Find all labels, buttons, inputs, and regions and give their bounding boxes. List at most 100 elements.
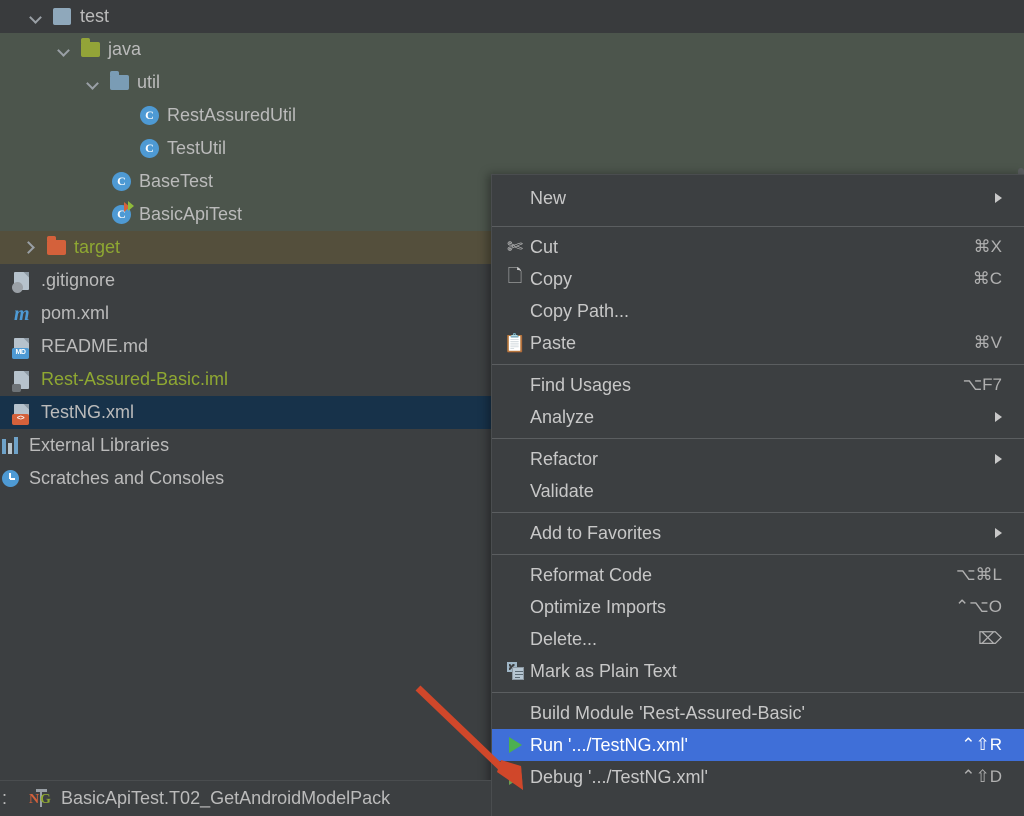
menu-item-find-usages[interactable]: Find Usages⌥F7 xyxy=(492,369,1024,401)
menu-item-optimize-imports[interactable]: Optimize Imports⌃⌥O xyxy=(492,591,1024,623)
folder-blue-icon xyxy=(110,73,130,93)
tree-row-label: Rest-Assured-Basic.iml xyxy=(41,369,228,390)
menu-item-copy-path[interactable]: Copy Path... xyxy=(492,295,1024,327)
folder-orange-icon xyxy=(47,238,67,258)
copy-icon: 🗋 xyxy=(500,264,530,294)
libraries-icon xyxy=(2,436,22,456)
tree-row-label: test xyxy=(80,6,109,27)
maven-file-icon: m xyxy=(14,304,34,324)
status-bar-prefix: : xyxy=(0,788,29,809)
status-bar: : NG BasicApiTest.T02_GetAndroidModelPac… xyxy=(0,780,491,816)
menu-item-build-module-rest-assured-basic[interactable]: Build Module 'Rest-Assured-Basic' xyxy=(492,697,1024,729)
menu-item-label: Analyze xyxy=(530,407,1024,428)
menu-item-refactor[interactable]: Refactor xyxy=(492,443,1024,475)
menu-item-shortcut: ⌥F7 xyxy=(963,375,1024,395)
tree-row-label: Scratches and Consoles xyxy=(29,468,224,489)
menu-item-paste[interactable]: 📋Paste⌘V xyxy=(492,327,1024,359)
xml-file-icon: <> xyxy=(14,403,34,423)
menu-item-shortcut: ⌘X xyxy=(974,237,1024,257)
menu-item-shortcut: ⌥⌘L xyxy=(956,565,1024,585)
chevron-right-icon[interactable] xyxy=(22,240,38,256)
java-class-icon: C xyxy=(112,172,132,192)
submenu-arrow-icon xyxy=(995,454,1002,464)
menu-separator xyxy=(492,554,1024,555)
menu-item-run-testng-xml[interactable]: Run '.../TestNG.xml'⌃⇧R xyxy=(492,729,1024,761)
menu-item-label: Run '.../TestNG.xml' xyxy=(530,735,961,756)
gap xyxy=(44,16,53,17)
menu-item-label: Add to Favorites xyxy=(530,523,1024,544)
tree-row-label: java xyxy=(108,39,141,60)
indent-spacer xyxy=(0,115,140,116)
menu-item-label: Optimize Imports xyxy=(530,597,955,618)
menu-item-analyze[interactable]: Analyze xyxy=(492,401,1024,433)
tree-row-label: README.md xyxy=(41,336,148,357)
menu-item-shortcut: ⌘V xyxy=(974,333,1024,353)
indent-spacer xyxy=(0,214,112,215)
tree-row-label: util xyxy=(137,72,160,93)
menu-separator xyxy=(492,226,1024,227)
menu-item-new[interactable]: New xyxy=(492,175,1024,221)
menu-item-validate[interactable]: Validate xyxy=(492,475,1024,507)
indent-spacer xyxy=(0,412,14,413)
menu-item-label: Reformat Code xyxy=(530,565,956,586)
menu-separator xyxy=(492,692,1024,693)
menu-item-label: Cut xyxy=(530,237,974,258)
menu-item-label: Refactor xyxy=(530,449,1024,470)
indent-spacer xyxy=(0,82,85,83)
clipboard-icon: 📋 xyxy=(500,333,530,354)
menu-item-reformat-code[interactable]: Reformat Code⌥⌘L xyxy=(492,559,1024,591)
menu-item-shortcut: ⌃⌥O xyxy=(955,597,1024,617)
tree-row-label: pom.xml xyxy=(41,303,109,324)
tree-row-test[interactable]: test xyxy=(0,0,1024,33)
plain-text-icon xyxy=(500,662,530,680)
gap xyxy=(72,49,81,50)
iml-file-icon xyxy=(14,370,34,390)
menu-separator xyxy=(492,512,1024,513)
indent-spacer xyxy=(0,148,140,149)
tree-row-label: BasicApiTest xyxy=(139,204,242,225)
menu-item-add-to-favorites[interactable]: Add to Favorites xyxy=(492,517,1024,549)
menu-item-mark-as-plain-text[interactable]: Mark as Plain Text xyxy=(492,655,1024,687)
indent-spacer xyxy=(0,16,28,17)
indent-spacer xyxy=(0,280,14,281)
submenu-arrow-icon xyxy=(995,528,1002,538)
scratches-icon xyxy=(2,469,22,489)
markdown-file-icon: MD xyxy=(14,337,34,357)
menu-item-label: Debug '.../TestNG.xml' xyxy=(530,767,961,788)
java-class-icon: C xyxy=(140,106,160,126)
tree-row-restassuredutil[interactable]: C RestAssuredUtil xyxy=(0,99,1024,132)
menu-item-debug-testng-xml[interactable]: Debug '.../TestNG.xml'⌃⇧D xyxy=(492,761,1024,793)
chevron-down-icon[interactable] xyxy=(28,9,44,25)
gap xyxy=(101,82,110,83)
testng-icon: NG xyxy=(29,789,53,809)
menu-item-label: Find Usages xyxy=(530,375,963,396)
menu-separator xyxy=(492,438,1024,439)
menu-item-delete[interactable]: Delete...⌦ xyxy=(492,623,1024,655)
menu-item-shortcut: ⌃⇧R xyxy=(961,735,1024,755)
submenu-arrow-icon xyxy=(995,412,1002,422)
menu-item-copy[interactable]: 🗋Copy⌘C xyxy=(492,263,1024,295)
indent-spacer xyxy=(0,181,112,182)
menu-item-label: Paste xyxy=(530,333,974,354)
chevron-down-icon[interactable] xyxy=(56,42,72,58)
folder-green-icon xyxy=(81,40,101,60)
indent-spacer xyxy=(0,247,22,248)
tree-row-testutil[interactable]: CTestUtil xyxy=(0,132,1024,165)
indent-spacer xyxy=(0,49,56,50)
context-menu[interactable]: New✄Cut⌘X🗋Copy⌘CCopy Path...📋Paste⌘VFind… xyxy=(491,174,1024,816)
scissors-icon: ✄ xyxy=(500,238,530,257)
chevron-down-icon[interactable] xyxy=(85,75,101,91)
gitignore-file-icon xyxy=(14,271,34,291)
tree-row-util[interactable]: util xyxy=(0,66,1024,99)
menu-item-label: Validate xyxy=(530,481,1024,502)
tree-row-label: target xyxy=(74,237,120,258)
tree-row-label: RestAssuredUtil xyxy=(167,105,296,126)
indent-spacer xyxy=(0,346,14,347)
tree-row-label: TestNG.xml xyxy=(41,402,134,423)
menu-item-label: Build Module 'Rest-Assured-Basic' xyxy=(530,703,1024,724)
tree-row-label: External Libraries xyxy=(29,435,169,456)
tree-row-label: BaseTest xyxy=(139,171,213,192)
java-class-icon: C xyxy=(140,139,160,159)
menu-item-cut[interactable]: ✄Cut⌘X xyxy=(492,231,1024,263)
tree-row-java[interactable]: java xyxy=(0,33,1024,66)
